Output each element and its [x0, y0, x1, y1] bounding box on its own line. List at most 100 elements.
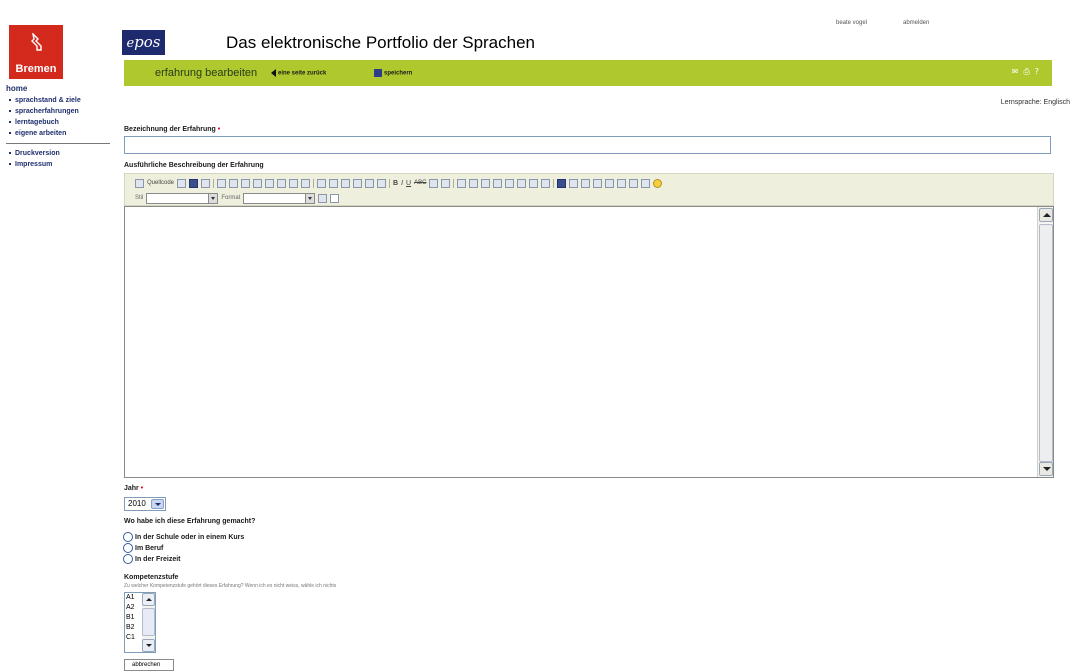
- mail-icon[interactable]: ✉: [1012, 67, 1024, 76]
- learning-language: Lernsprache: Englisch: [1000, 99, 1070, 106]
- nav-divider: [6, 143, 110, 144]
- new-page-icon[interactable]: [201, 178, 211, 188]
- paste-word-icon[interactable]: [277, 178, 287, 188]
- preview-icon[interactable]: [177, 178, 187, 188]
- radio-button[interactable]: [123, 543, 133, 553]
- back-button[interactable]: eine seite zurück: [271, 69, 326, 77]
- bremen-key-icon: [31, 33, 42, 51]
- level-listbox[interactable]: A1 A2 B1 B2 C1: [124, 592, 156, 653]
- help-icon[interactable]: ?: [1035, 67, 1044, 76]
- description-editor[interactable]: [124, 206, 1054, 478]
- radio-label: In der Freizeit: [135, 555, 181, 563]
- radio-button[interactable]: [123, 554, 133, 564]
- smiley-icon[interactable]: [653, 178, 663, 188]
- scroll-down-icon[interactable]: [142, 639, 155, 652]
- toolbar-row-2: Stil Format: [135, 192, 340, 204]
- source-label[interactable]: Quellcode: [147, 180, 174, 186]
- indent-icon[interactable]: [493, 178, 503, 188]
- align-left-icon[interactable]: [505, 178, 515, 188]
- subscript-icon[interactable]: [429, 178, 439, 188]
- nav-item-sprachstand[interactable]: sprachstand & ziele: [6, 95, 110, 106]
- radio-label: Im Beruf: [135, 544, 164, 552]
- editor-scrollbar[interactable]: [1037, 207, 1053, 477]
- radio-label: In der Schule oder in einem Kurs: [135, 533, 245, 541]
- radio-work[interactable]: Im Beruf: [123, 543, 163, 553]
- scroll-thumb[interactable]: [1039, 224, 1053, 462]
- listbox-scrollbar[interactable]: [142, 593, 155, 652]
- page-title: Das elektronische Portfolio der Sprachen: [226, 33, 535, 52]
- underline-icon[interactable]: U: [406, 180, 411, 187]
- cancel-button[interactable]: abbrechen: [124, 659, 174, 671]
- toolbar-separator: [389, 178, 391, 188]
- scroll-up-icon[interactable]: [1039, 208, 1053, 222]
- copy-icon[interactable]: [241, 178, 251, 188]
- year-select[interactable]: 2010: [124, 497, 166, 511]
- image-icon[interactable]: [593, 178, 603, 188]
- anchor-icon[interactable]: [581, 178, 591, 188]
- unlink-icon[interactable]: [569, 178, 579, 188]
- bullet-list-icon[interactable]: [469, 178, 479, 188]
- table-icon[interactable]: [617, 178, 627, 188]
- bold-icon[interactable]: B: [393, 180, 398, 187]
- align-center-icon[interactable]: [517, 178, 527, 188]
- scroll-thumb[interactable]: [142, 608, 155, 636]
- about-icon[interactable]: [330, 193, 340, 203]
- link-icon[interactable]: [557, 178, 567, 188]
- paste-text-icon[interactable]: [265, 178, 275, 188]
- select-all-icon[interactable]: [365, 178, 375, 188]
- nav-item-eigene-arbeiten[interactable]: eigene arbeiten: [6, 128, 110, 139]
- format-select-value: [244, 194, 305, 203]
- bremen-logo[interactable]: Bremen: [9, 25, 63, 79]
- save-button[interactable]: speichern: [374, 69, 412, 77]
- epos-logo[interactable]: epos: [122, 30, 165, 55]
- style-select[interactable]: [146, 192, 219, 204]
- italic-icon[interactable]: I: [401, 180, 403, 187]
- scroll-up-icon[interactable]: [142, 593, 155, 606]
- special-char-icon[interactable]: [641, 178, 651, 188]
- bullet-icon: [9, 110, 11, 113]
- toolbar-separator: [553, 178, 555, 188]
- horizontal-rule-icon[interactable]: [629, 178, 639, 188]
- nav-item-spracherfahrungen[interactable]: spracherfahrungen: [6, 106, 110, 117]
- bullet-icon: [9, 121, 11, 124]
- superscript-icon[interactable]: [441, 178, 451, 188]
- nav-item-druckversion[interactable]: Druckversion: [6, 148, 110, 159]
- scroll-down-icon[interactable]: [1039, 462, 1053, 476]
- strike-icon[interactable]: ABC: [414, 180, 426, 186]
- print-icon[interactable]: ⎙: [1023, 67, 1034, 76]
- maximize-icon[interactable]: [318, 193, 328, 203]
- title-label-text: Bezeichnung der Erfahrung: [124, 126, 216, 133]
- align-right-icon[interactable]: [529, 178, 539, 188]
- flash-icon[interactable]: [605, 178, 615, 188]
- toolbar-separator: [453, 178, 455, 188]
- radio-school[interactable]: In der Schule oder in einem Kurs: [123, 532, 244, 542]
- format-select[interactable]: [243, 192, 316, 204]
- radio-leisure[interactable]: In der Freizeit: [123, 554, 181, 564]
- undo-icon[interactable]: [317, 178, 327, 188]
- save-label: speichern: [384, 70, 413, 77]
- redo-icon[interactable]: [329, 178, 339, 188]
- nav-item-impressum[interactable]: Impressum: [6, 159, 110, 170]
- print-icon[interactable]: [289, 178, 299, 188]
- chevron-down-icon[interactable]: [208, 193, 218, 203]
- nav-home[interactable]: home: [6, 84, 110, 93]
- source-icon[interactable]: [135, 178, 144, 188]
- title-input[interactable]: [124, 136, 1051, 154]
- spellcheck-icon[interactable]: [301, 178, 311, 188]
- chevron-down-icon[interactable]: [151, 499, 164, 509]
- templates-icon[interactable]: [217, 178, 227, 188]
- remove-format-icon[interactable]: [377, 178, 387, 188]
- outdent-icon[interactable]: [481, 178, 491, 188]
- paste-icon[interactable]: [253, 178, 263, 188]
- save-icon[interactable]: [189, 178, 199, 188]
- align-justify-icon[interactable]: [541, 178, 551, 188]
- radio-button[interactable]: [123, 532, 133, 542]
- replace-icon[interactable]: [353, 178, 363, 188]
- find-icon[interactable]: [341, 178, 351, 188]
- cut-icon[interactable]: [229, 178, 239, 188]
- chevron-down-icon[interactable]: [305, 193, 315, 203]
- required-marker: •: [217, 126, 221, 133]
- nav-item-lerntagebuch[interactable]: lerntagebuch: [6, 117, 110, 128]
- numbered-list-icon[interactable]: [457, 178, 467, 188]
- logout-link[interactable]: abmelden: [903, 20, 929, 26]
